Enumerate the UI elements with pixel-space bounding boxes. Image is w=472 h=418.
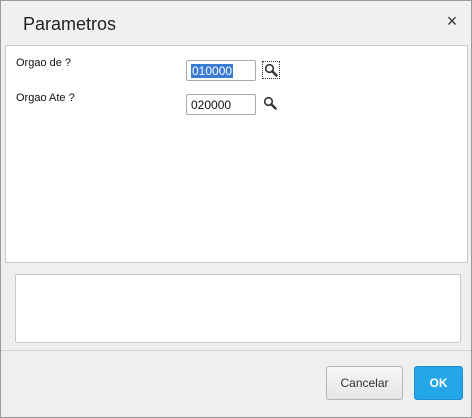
cancel-button[interactable]: Cancelar bbox=[326, 366, 403, 400]
orgao-ate-value: 020000 bbox=[191, 98, 232, 112]
search-icon bbox=[263, 96, 277, 110]
orgao-de-field[interactable]: 010000 bbox=[186, 60, 256, 81]
orgao-ate-field[interactable]: 020000 bbox=[186, 94, 256, 115]
search-icon bbox=[264, 63, 278, 77]
footer-divider bbox=[1, 350, 471, 351]
parameters-dialog: Parametros × Orgao de ? 010000 Orgao Ate… bbox=[0, 0, 472, 418]
close-icon[interactable]: × bbox=[443, 12, 461, 30]
ok-button[interactable]: OK bbox=[414, 366, 463, 400]
parameters-panel: Orgao de ? 010000 Orgao Ate ? 020000 bbox=[5, 45, 468, 263]
orgao-de-value: 010000 bbox=[191, 64, 234, 78]
dialog-titlebar: Parametros × bbox=[1, 1, 471, 45]
dialog-title: Parametros bbox=[23, 14, 117, 34]
orgao-de-lookup-button[interactable] bbox=[262, 61, 280, 79]
orgao-ate-lookup-button[interactable] bbox=[262, 95, 280, 113]
orgao-de-label: Orgao de ? bbox=[16, 57, 72, 69]
orgao-ate-label: Orgao Ate ? bbox=[16, 92, 75, 104]
description-memo[interactable] bbox=[15, 274, 461, 343]
